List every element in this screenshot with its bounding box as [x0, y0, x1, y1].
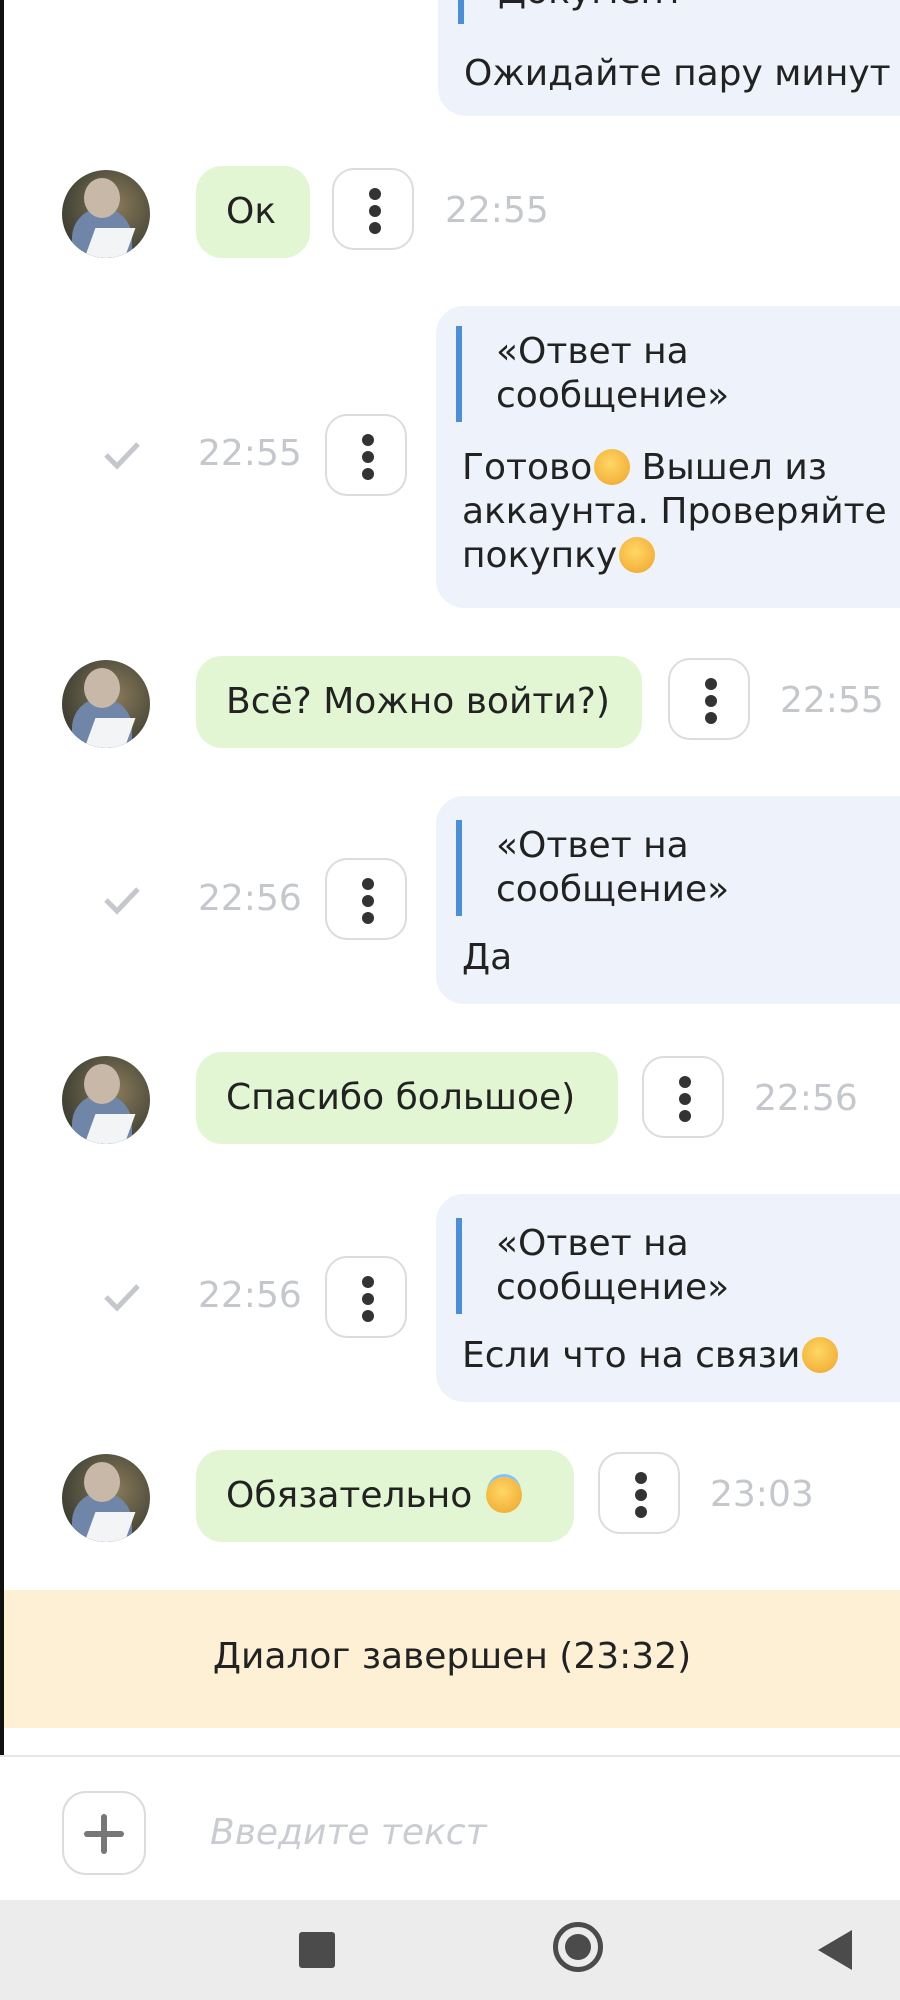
message-time: 22:55	[198, 433, 302, 474]
message-time: 22:56	[198, 878, 302, 919]
message-time: 22:56	[754, 1078, 858, 1119]
avatar[interactable]	[62, 1056, 150, 1144]
message-input[interactable]	[208, 1801, 852, 1863]
message-time: 23:03	[710, 1474, 814, 1515]
message-text: Если что на связи	[462, 1334, 839, 1378]
yum-face-emoji	[619, 537, 656, 573]
quote-block: «Ответ на сообщение»	[456, 326, 729, 422]
incoming-message[interactable]: Обязательно	[196, 1450, 574, 1542]
message-composer	[0, 1755, 900, 1902]
message-text: Ок	[226, 191, 277, 232]
outgoing-message[interactable]: «Ответ на сообщение» Да	[436, 796, 900, 1004]
message-time: 22:55	[780, 680, 884, 721]
message-text: Готово Вышел из аккаунта. Проверяйте пок…	[462, 447, 887, 576]
banner-text: Диалог завершен (23:32)	[212, 1636, 692, 1677]
back-triangle-icon[interactable]	[818, 1930, 852, 1970]
message-menu-button[interactable]	[642, 1056, 724, 1138]
quote-text: Документ	[498, 0, 685, 14]
message-menu-button[interactable]	[598, 1452, 680, 1534]
message-menu-button[interactable]	[325, 414, 407, 496]
message-text: Спасибо большое)	[226, 1077, 576, 1118]
message-text: Обязательно	[226, 1474, 522, 1518]
quote-text: «Ответ на сообщение»	[496, 825, 730, 910]
avatar[interactable]	[62, 1454, 150, 1542]
partying-face-emoji	[594, 449, 631, 485]
quote-text: «Ответ на сообщение»	[496, 1223, 730, 1308]
quote-block: «Ответ на сообщение»	[456, 820, 729, 916]
home-circle-icon[interactable]	[553, 1922, 603, 1972]
outgoing-message[interactable]: Документ Ожидайте пару минут	[438, 0, 900, 116]
outgoing-message[interactable]: «Ответ на сообщение» Готово Вышел из акк…	[436, 306, 900, 608]
incoming-message[interactable]: Спасибо большое)	[196, 1052, 618, 1144]
message-menu-button[interactable]	[332, 168, 414, 250]
checkmark-icon	[102, 885, 142, 915]
message-menu-button[interactable]	[668, 658, 750, 740]
attach-button[interactable]	[62, 1791, 146, 1875]
system-navigation-bar	[0, 1900, 900, 2000]
checkmark-icon	[102, 440, 142, 470]
checkmark-icon	[102, 1282, 142, 1312]
halo-face-emoji	[485, 1477, 522, 1513]
quote-block: «Ответ на сообщение»	[456, 1218, 729, 1314]
message-time: 22:56	[198, 1275, 302, 1316]
quote-block: Документ	[458, 0, 685, 24]
chat-area: Документ Ожидайте пару минут Ок 22:55 22…	[0, 0, 900, 1755]
message-time: 22:55	[445, 190, 549, 231]
message-text: Всё? Можно войти?)	[226, 681, 610, 722]
avatar[interactable]	[62, 660, 150, 748]
message-text: Ожидайте пару минут	[464, 53, 891, 94]
dialog-ended-banner: Диалог завершен (23:32)	[4, 1590, 900, 1728]
incoming-message[interactable]: Всё? Можно войти?)	[196, 656, 642, 748]
recents-square-icon[interactable]	[299, 1932, 335, 1968]
message-menu-button[interactable]	[325, 858, 407, 940]
message-menu-button[interactable]	[325, 1256, 407, 1338]
message-text: Да	[462, 937, 513, 978]
avatar[interactable]	[62, 170, 150, 258]
quote-text: «Ответ на сообщение»	[496, 331, 730, 416]
wink-face-emoji	[802, 1337, 839, 1373]
outgoing-message[interactable]: «Ответ на сообщение» Если что на связи	[436, 1194, 900, 1402]
incoming-message[interactable]: Ок	[196, 166, 310, 258]
